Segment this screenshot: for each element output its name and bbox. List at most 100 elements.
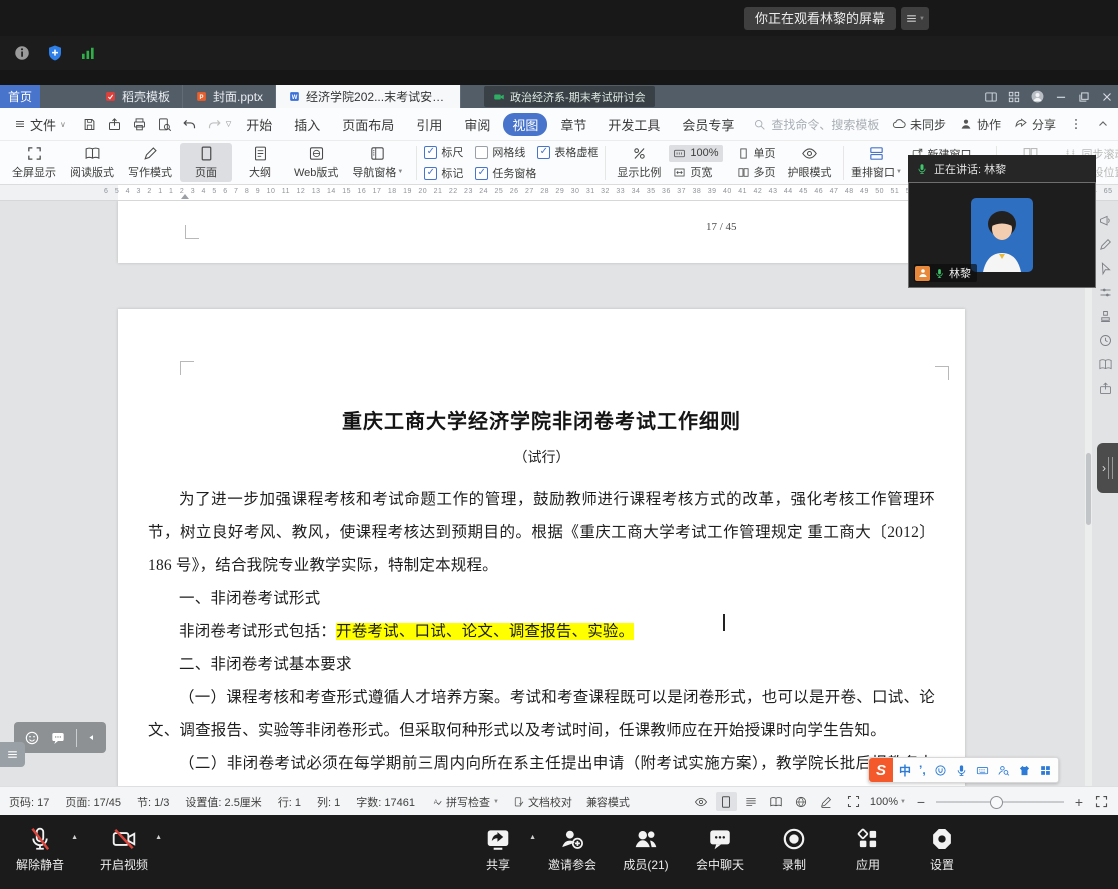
- nav-pane-button[interactable]: 导航窗格▼: [346, 143, 409, 182]
- info-icon[interactable]: [13, 44, 31, 62]
- meeting-panel-expander[interactable]: ›: [1097, 443, 1118, 493]
- scrollbar-thumb[interactable]: [1086, 453, 1091, 525]
- side-tool-icon[interactable]: [1098, 309, 1113, 324]
- side-tool-icon[interactable]: [1098, 381, 1113, 396]
- minimize-button[interactable]: [1054, 90, 1068, 104]
- markup-checkbox[interactable]: 标记: [424, 165, 463, 181]
- zoom-slider[interactable]: [936, 801, 1064, 803]
- record-button[interactable]: 录制: [764, 824, 824, 875]
- search-box[interactable]: 查找命令、搜索模板: [753, 116, 879, 133]
- web-layout-button[interactable]: Web版式: [288, 143, 344, 182]
- document-page[interactable]: 重庆工商大学经济学院非闭卷考试工作细则 （试行） 为了进一步加强课程考核和考试命…: [118, 309, 965, 786]
- collapse-left-icon[interactable]: [87, 733, 96, 742]
- start-video-button[interactable]: ▲ 开启视频: [94, 824, 154, 875]
- ime-toolbar[interactable]: S 中 ’,: [868, 757, 1059, 783]
- restore-button[interactable]: [1077, 90, 1091, 104]
- ime-skin[interactable]: [1018, 764, 1031, 777]
- avatar[interactable]: [1030, 89, 1045, 104]
- menu-home[interactable]: 开始: [237, 113, 281, 136]
- menu-dev-tools[interactable]: 开发工具: [599, 113, 669, 136]
- menu-view[interactable]: 视图: [503, 113, 547, 136]
- tab-home[interactable]: 首页: [0, 85, 40, 108]
- tab-cover-pptx[interactable]: P 封面.pptx: [183, 85, 276, 108]
- sogou-logo[interactable]: S: [869, 758, 893, 782]
- zoom-slider-knob[interactable]: [990, 796, 1003, 809]
- side-tool-icon[interactable]: [1098, 357, 1113, 372]
- reaction-toolbar[interactable]: [14, 722, 106, 753]
- close-button[interactable]: [1100, 90, 1114, 104]
- vertical-scrollbar[interactable]: [1085, 201, 1092, 786]
- compat-mode-label[interactable]: 兼容模式: [586, 794, 630, 810]
- zoom-level[interactable]: 100%: [870, 796, 898, 808]
- ime-soft-keyboard[interactable]: [976, 764, 989, 777]
- file-menu[interactable]: 文件 ∨: [8, 115, 72, 134]
- collaborate-button[interactable]: 协作: [959, 116, 1001, 133]
- task-pane-checkbox[interactable]: 任务窗格: [475, 165, 536, 181]
- tab-exam-plan-doc[interactable]: W 经济学院202...末考试安排方案: [276, 85, 461, 108]
- tab-docer[interactable]: 稻壳模板: [92, 85, 183, 108]
- side-tool-icon[interactable]: [1098, 333, 1113, 348]
- fullscreen-view-button[interactable]: 全屏显示: [6, 143, 62, 182]
- apps-button[interactable]: 应用: [838, 824, 898, 875]
- zoom-100-button[interactable]: 100%: [669, 145, 722, 162]
- eye-protect-toggle[interactable]: [691, 792, 712, 811]
- ime-toolbox[interactable]: [1039, 764, 1052, 777]
- save-button[interactable]: [82, 117, 97, 132]
- menu-references[interactable]: 引用: [407, 113, 451, 136]
- zoom-out-button[interactable]: −: [915, 794, 927, 810]
- chat-button[interactable]: 会中聊天: [690, 824, 750, 875]
- menu-member[interactable]: 会员专享: [673, 113, 743, 136]
- print-preview-button[interactable]: [157, 117, 172, 132]
- ime-emoji[interactable]: [934, 764, 947, 777]
- web-view-toggle[interactable]: [791, 792, 812, 811]
- side-tool-icon[interactable]: [1098, 261, 1113, 276]
- menu-page-layout[interactable]: 页面布局: [333, 113, 403, 136]
- spell-check-button[interactable]: A 拼写检查 ▼: [431, 794, 499, 810]
- outline-view-toggle[interactable]: [741, 792, 762, 811]
- more-menu-button[interactable]: [1069, 117, 1083, 131]
- redo-button[interactable]: [207, 117, 222, 132]
- page-view-toggle[interactable]: [716, 792, 737, 811]
- read-view-toggle[interactable]: [766, 792, 787, 811]
- side-tool-icon[interactable]: [1098, 237, 1113, 252]
- ime-voice[interactable]: [955, 764, 968, 777]
- undo-button[interactable]: [182, 117, 197, 132]
- ime-search[interactable]: [997, 764, 1010, 777]
- document-page-prev[interactable]: 17 / 45: [118, 201, 965, 263]
- document-canvas[interactable]: 17 / 45 重庆工商大学经济学院非闭卷考试工作细则 （试行） 为了进一步加强…: [0, 201, 1118, 786]
- indent-marker[interactable]: [181, 194, 189, 199]
- dropdown-caret[interactable]: ▲: [529, 834, 536, 841]
- fit-page-icon[interactable]: [846, 794, 861, 809]
- apps-grid-icon[interactable]: [1007, 90, 1021, 104]
- arrange-windows-button[interactable]: 重排窗口▼: [851, 143, 903, 182]
- chat-bubble-icon[interactable]: [50, 730, 66, 746]
- side-tool-icon[interactable]: [1098, 285, 1113, 300]
- table-gridlines-checkbox[interactable]: 表格虚框: [537, 144, 598, 160]
- gridlines-checkbox[interactable]: 网格线: [475, 144, 525, 160]
- ime-cn-mode[interactable]: 中: [899, 762, 911, 779]
- layout-switch-icon[interactable]: [984, 90, 998, 104]
- quick-access-dropdown[interactable]: ▽: [226, 120, 231, 128]
- eye-protect-button[interactable]: 护眼模式: [784, 143, 836, 182]
- unmute-button[interactable]: ▲ 解除静音: [10, 824, 70, 875]
- sync-status-button[interactable]: 未同步: [892, 116, 946, 133]
- participant-video[interactable]: 林黎: [908, 182, 1096, 288]
- page-width-button[interactable]: 页宽: [669, 164, 722, 181]
- menu-section[interactable]: 章节: [551, 113, 595, 136]
- multi-page-button[interactable]: 多页: [733, 164, 780, 181]
- emoji-reaction-icon[interactable]: [24, 730, 40, 746]
- fullscreen-icon[interactable]: [1094, 794, 1109, 809]
- print-button[interactable]: [132, 117, 147, 132]
- ime-punctuation[interactable]: ’,: [919, 763, 926, 777]
- dropdown-caret[interactable]: ▲: [71, 834, 78, 841]
- invite-button[interactable]: 邀请参会: [542, 824, 602, 875]
- collapse-ribbon-button[interactable]: [1096, 117, 1110, 131]
- shield-icon[interactable]: [46, 44, 64, 62]
- writing-mode-button[interactable]: 写作模式: [122, 143, 178, 182]
- single-page-button[interactable]: 单页: [733, 145, 780, 162]
- banner-menu-button[interactable]: ▼: [901, 7, 929, 30]
- settings-button[interactable]: 设置: [912, 824, 972, 875]
- nav-pane-tab[interactable]: [0, 742, 25, 767]
- ink-toggle[interactable]: [816, 792, 837, 811]
- side-tool-icon[interactable]: [1098, 213, 1113, 228]
